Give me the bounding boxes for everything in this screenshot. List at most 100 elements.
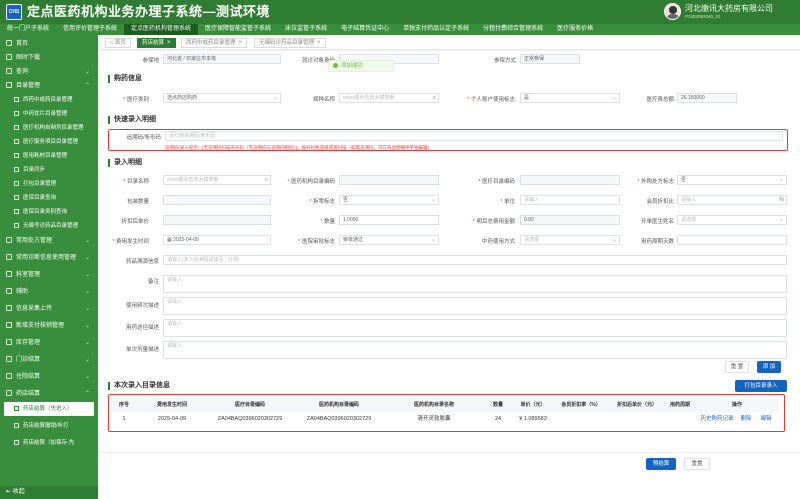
pack-qty-label: 包装数量 bbox=[126, 199, 149, 205]
usage-textarea[interactable]: 请输入 bbox=[163, 297, 787, 315]
table-header: 折扣后单价（元） bbox=[609, 398, 665, 412]
personal-account-select[interactable]: 是 ⌄ bbox=[520, 93, 620, 103]
chevron-down-icon: ⌄ bbox=[430, 197, 436, 203]
search-icon[interactable]: ⌕ bbox=[433, 94, 436, 102]
tcm-usage-select[interactable]: 请选择 ⌄ bbox=[520, 235, 620, 245]
nav-item-active[interactable]: 定点医药机构管理系统 bbox=[124, 24, 199, 35]
route-textarea[interactable]: 请输入 bbox=[163, 319, 787, 337]
trace-info-input[interactable]: 请输入(多个追溯码请填写 , 分隔) bbox=[163, 255, 787, 265]
sidebar-subitem[interactable]: 药店结算（加保存-先 bbox=[4, 436, 94, 450]
split-flag-label: * 拆零标志 bbox=[309, 199, 335, 205]
sidebar-item-pharmacy[interactable]: 药店结算 ⌃ bbox=[0, 387, 98, 401]
nav-item[interactable]: 统一门户子系统 bbox=[0, 24, 56, 35]
sidebar-item-payment[interactable]: 新增支付核销管理 ⌄ bbox=[0, 319, 98, 333]
pack-entry-button[interactable]: 打包目录录入 bbox=[735, 380, 787, 392]
sidebar-item-inpatient[interactable]: 住院结算 ⌄ bbox=[0, 370, 98, 384]
after-price-label: 折扣后单价 bbox=[121, 219, 149, 225]
footer-reset-button[interactable]: 重置 bbox=[684, 458, 710, 470]
qty-input[interactable]: 1.0000 bbox=[339, 215, 439, 225]
sidebar-subitem[interactable]: 打包目录管理 bbox=[4, 177, 94, 191]
out-flag-select[interactable]: 否 ⌄ bbox=[677, 175, 787, 185]
sidebar-item-assist[interactable]: 辅助 ⌄ bbox=[0, 285, 98, 299]
delete-link[interactable]: 删除 bbox=[737, 412, 755, 426]
insured-place-field[interactable]: 河北省 / 石家庄市本级 bbox=[163, 54, 281, 64]
sidebar-item-prescription[interactable]: 常用处方管理 ⌄ bbox=[0, 234, 98, 248]
close-icon[interactable]: × bbox=[239, 40, 243, 46]
split-flag-select[interactable]: 否 ⌄ bbox=[339, 195, 439, 205]
approval-select[interactable]: 审批通过 ⌄ bbox=[339, 235, 439, 245]
unit-input[interactable]: 请输入 bbox=[520, 195, 620, 205]
sidebar-subitem[interactable]: 医用耗材目录管理 bbox=[4, 149, 94, 163]
date-picker[interactable]: ▦ 2025-04-09 bbox=[163, 235, 271, 245]
insure-mode-field[interactable]: 正常参保 bbox=[520, 54, 580, 64]
member-discount-input[interactable]: 请输入% bbox=[677, 195, 787, 205]
search-icon[interactable]: ⌕ bbox=[265, 176, 268, 184]
sidebar-subitem[interactable]: 医疗服务项目目录管理 bbox=[4, 135, 94, 149]
dose-textarea[interactable]: 请输入 bbox=[163, 341, 787, 359]
close-icon[interactable]: × bbox=[317, 40, 321, 46]
medical-type-select[interactable]: 选点药店购药 ⌄ bbox=[163, 93, 281, 103]
dose-label: 单次剂量描述 bbox=[125, 347, 159, 353]
tab-western-medicine[interactable]: 西药中成药目录管理 × bbox=[181, 38, 248, 48]
sidebar-item-home[interactable]: 首页 bbox=[0, 37, 98, 51]
sidebar-item-upload[interactable]: 信息采集上传 ⌄ bbox=[0, 302, 98, 316]
qty-label: * 数量 bbox=[320, 219, 335, 225]
med-code-label: * 医药机构目录编码 bbox=[287, 179, 335, 185]
sidebar-subitem[interactable]: 目录同步 bbox=[4, 163, 94, 177]
sidebar-subitem[interactable]: 无编号诊药品目录管理 bbox=[4, 219, 94, 233]
field-label: 参保方式 bbox=[493, 58, 516, 64]
sidebar-subitem[interactable]: 药店结算撤销/补打 bbox=[4, 419, 94, 433]
sidebar-item-department[interactable]: 科室管理 ⌄ bbox=[0, 268, 98, 282]
nav-item[interactable]: 分租付费综合管理系统 bbox=[476, 24, 550, 35]
field-label: 就诊对象身份 bbox=[301, 58, 335, 64]
disease-label: 病种名称 bbox=[312, 97, 335, 103]
tab-uncoded-medicine[interactable]: 无编码诊药品目录管理 × bbox=[254, 38, 326, 48]
chevron-up-icon: ⌃ bbox=[84, 83, 90, 89]
sidebar-item-query[interactable]: 查询 ⌄ bbox=[0, 65, 98, 79]
sidebar-subitem[interactable]: 医保目录类别查询 bbox=[4, 205, 94, 219]
sidebar-subitem[interactable]: 医疗机构自制剂目录管理 bbox=[4, 121, 94, 135]
table-header: 费用发生时间 bbox=[137, 398, 207, 412]
table-cell-after bbox=[609, 412, 665, 426]
tab-pharmacy-settlement[interactable]: 药店结算 × bbox=[137, 38, 176, 48]
nav-item[interactable]: 医疗服务价格 bbox=[550, 24, 600, 35]
nav-item[interactable]: 医疗保障智能监管子系统 bbox=[198, 24, 278, 35]
nav-item[interactable]: 信用评价管理子系统 bbox=[56, 24, 124, 35]
reset-button[interactable]: 重 置 bbox=[725, 361, 749, 373]
close-icon[interactable]: × bbox=[167, 40, 171, 46]
sidebar-item-catalog[interactable]: 目录管理 ⌃ bbox=[0, 79, 98, 93]
period-label: 用药周期天数 bbox=[640, 239, 674, 245]
period-input[interactable] bbox=[677, 235, 787, 245]
sidebar-subitem-active[interactable]: 药店结算（先进入） bbox=[4, 402, 94, 416]
doc-icon bbox=[14, 440, 19, 445]
sidebar-item-download[interactable]: 图时下载 bbox=[0, 51, 98, 65]
user-name[interactable]: 河北缴讯大药房有限公司 bbox=[685, 3, 773, 14]
check-icon bbox=[333, 63, 338, 68]
disease-search-input[interactable]: enter或点击放大镜搜索 ⌕ bbox=[339, 93, 439, 103]
pre-settle-button[interactable]: 预结算 bbox=[646, 458, 676, 470]
medical-type-label: * 医疗类别 bbox=[123, 97, 149, 103]
nav-item[interactable]: 床位监管子系统 bbox=[278, 24, 334, 35]
nav-item[interactable]: 电子结算凭证中心 bbox=[334, 24, 396, 35]
doc-icon bbox=[14, 223, 19, 228]
edit-link[interactable]: 编辑 bbox=[757, 412, 775, 426]
doctor-select[interactable]: 请选择 ⌄ bbox=[677, 215, 787, 225]
sidebar-subitem[interactable]: 医保目录查询 bbox=[4, 191, 94, 205]
add-button[interactable]: 添 加 bbox=[757, 361, 781, 373]
table-header: 医疗目录编码 bbox=[207, 398, 293, 412]
sidebar-item-outpatient[interactable]: 门诊结算 ⌄ bbox=[0, 353, 98, 367]
date-label: * 费用发生时间 bbox=[112, 239, 149, 245]
sidebar-subitem[interactable]: 中药饮片目录管理 bbox=[4, 107, 94, 121]
avatar[interactable] bbox=[664, 3, 681, 20]
sidebar-subitem[interactable]: 西药中成药目录管理 bbox=[4, 93, 94, 107]
sidebar-collapse-button[interactable]: ⇤ 收起 bbox=[0, 486, 98, 499]
catalog-search-input[interactable]: enter或点击放大镜搜索 ⌕ bbox=[163, 175, 271, 185]
sidebar-item-diagnosis[interactable]: 常用诊断信息使用管理 ⌄ bbox=[0, 251, 98, 265]
history-link[interactable]: 历史购药记录 bbox=[697, 412, 737, 426]
tab-home[interactable]: ⌂ 首页 bbox=[105, 38, 131, 48]
trace-code-input[interactable]: 请扫描追溯码/条形码 bbox=[165, 131, 783, 141]
sidebar-item-inventory[interactable]: 库存管理 ⌄ bbox=[0, 336, 98, 350]
remark-textarea[interactable]: 请输入 bbox=[163, 275, 787, 293]
table-cell-name: 清开灵软胶囊 bbox=[417, 416, 451, 422]
nav-item[interactable]: 单独支付药品认定子系统 bbox=[396, 24, 476, 35]
